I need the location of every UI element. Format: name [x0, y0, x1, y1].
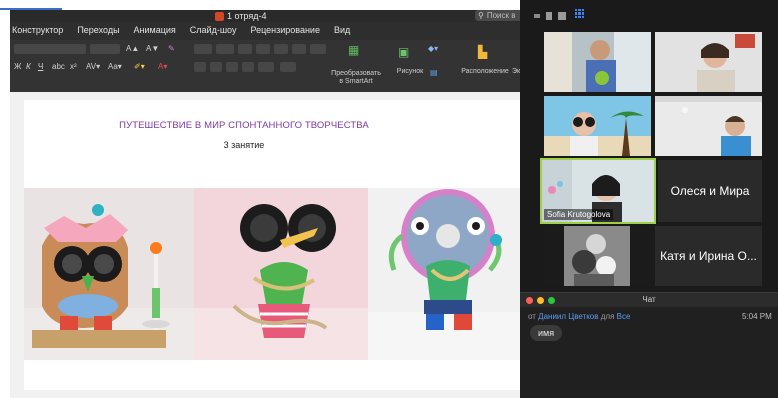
shrink-font-button[interactable]: A▼: [146, 44, 159, 54]
smartart-icon[interactable]: ▦: [348, 44, 359, 56]
craft-photo-1[interactable]: [24, 188, 194, 360]
slide-title[interactable]: ПУТЕШЕСТВИЕ В МИР СПОНТАННОГО ТВОРЧЕСТВА: [24, 120, 464, 131]
participant-tile-8[interactable]: Катя и Ирина О...: [655, 226, 762, 286]
columns-button[interactable]: [310, 44, 326, 54]
indent-decrease-button[interactable]: [238, 44, 252, 54]
font-size-select[interactable]: [90, 44, 120, 54]
char-spacing-button[interactable]: AV▾: [86, 62, 100, 72]
smartart-label-2: в SmartArt: [339, 78, 373, 85]
participant-video-4[interactable]: [655, 96, 762, 156]
participant-name: Катя и Ирина О...: [660, 249, 757, 263]
arrange-label[interactable]: Расположение: [456, 68, 514, 76]
chat-recipient[interactable]: Все: [617, 312, 631, 321]
participant-video-2[interactable]: [655, 32, 762, 92]
chat-title: Чат: [642, 295, 656, 304]
ribbon-toolbar: A▲ A▼ ✎ Ж К Ч abc x² AV▾ Aa▾ ✐▾ A▾ ▦ Пре…: [10, 40, 520, 92]
text-direction-button[interactable]: [292, 44, 306, 54]
search-input[interactable]: ⚲ Поиск в: [475, 10, 525, 21]
document-title-text: 1 отряд-4: [227, 11, 267, 21]
ppt-titlebar: 1 отряд-4 ⚲ Поиск в: [10, 10, 525, 22]
participant-video-5-active[interactable]: Sofia Krutogolova: [540, 158, 656, 224]
font-name-select[interactable]: [14, 44, 86, 54]
grow-font-button[interactable]: A▲: [126, 44, 139, 54]
ribbon-tabs: Конструктор Переходы Анимация Слайд-шоу …: [10, 22, 520, 38]
change-case-button[interactable]: Aa▾: [108, 62, 122, 72]
arrange-icon[interactable]: ▙: [478, 46, 487, 58]
chat-timestamp: 5:04 PM: [742, 312, 772, 321]
align-left-button[interactable]: [194, 62, 206, 72]
participant-video-1[interactable]: [544, 32, 651, 92]
zoom-resize-button[interactable]: [546, 12, 552, 20]
tab-view[interactable]: Вид: [334, 25, 350, 35]
participant-video-7[interactable]: [544, 226, 651, 286]
tab-review[interactable]: Рецензирование: [250, 25, 320, 35]
chat-from-prefix: от: [528, 312, 536, 321]
document-title: 1 отряд-4: [215, 10, 266, 22]
line-spacing-button[interactable]: [274, 44, 288, 54]
participant-tile-6[interactable]: Олеся и Мира: [658, 160, 762, 222]
search-placeholder: Поиск в: [486, 11, 516, 20]
zoom-minimize-button[interactable]: [534, 14, 540, 18]
align-right-button[interactable]: [226, 62, 238, 72]
bold-button[interactable]: Ж: [14, 62, 21, 72]
align-text-button[interactable]: [258, 62, 274, 72]
chat-window: Чат от Даниил Цветков для Все 5:04 PM им…: [520, 292, 778, 398]
zoom-menu-button[interactable]: [558, 12, 566, 20]
powerpoint-window: 1 отряд-4 ⚲ Поиск в Конструктор Переходы…: [10, 10, 525, 398]
slide-photos: [24, 188, 520, 360]
slide-canvas[interactable]: ПУТЕШЕСТВИЕ В МИР СПОНТАННОГО ТВОРЧЕСТВА…: [24, 100, 520, 390]
chat-message-header: от Даниил Цветков для Все: [528, 312, 630, 321]
participant-name: Олеся и Мира: [670, 184, 750, 198]
shapes-icon[interactable]: ◆▾: [428, 44, 438, 54]
slide-editor: ПУТЕШЕСТВИЕ В МИР СПОНТАННОГО ТВОРЧЕСТВА…: [10, 92, 520, 398]
chat-message-bubble: имя: [530, 325, 563, 341]
chat-sender[interactable]: Даниил Цветков: [538, 312, 598, 321]
font-color-button[interactable]: A▾: [158, 62, 167, 72]
icons-button-icon[interactable]: ▤: [430, 68, 438, 78]
tab-animations[interactable]: Анимация: [134, 25, 176, 35]
clear-format-icon[interactable]: ✎: [168, 44, 175, 54]
superscript-button[interactable]: x²: [70, 62, 77, 72]
tab-transitions[interactable]: Переходы: [77, 25, 119, 35]
vertical-align-button[interactable]: [280, 62, 296, 72]
slide-subtitle[interactable]: 3 занятие: [24, 140, 464, 150]
smartart-label-1: Преобразовать: [331, 70, 381, 77]
tab-design[interactable]: Конструктор: [12, 25, 63, 35]
powerpoint-file-icon: [215, 11, 224, 21]
craft-photo-2[interactable]: [194, 188, 368, 360]
indent-increase-button[interactable]: [256, 44, 270, 54]
bullets-button[interactable]: [194, 44, 212, 54]
justify-button[interactable]: [242, 62, 254, 72]
gallery-view-icon[interactable]: [575, 9, 584, 18]
search-icon: ⚲: [478, 11, 484, 20]
highlight-icon[interactable]: ✐▾: [134, 62, 145, 72]
chat-to-prefix: для: [600, 312, 615, 321]
zoom-toolbar: [520, 0, 778, 32]
strike-button[interactable]: abc: [52, 62, 65, 72]
screen: 1 отряд-4 ⚲ Поиск в Конструктор Переходы…: [0, 0, 778, 398]
italic-button[interactable]: К: [26, 62, 31, 72]
craft-photo-3[interactable]: [368, 188, 520, 360]
numbering-button[interactable]: [216, 44, 234, 54]
align-center-button[interactable]: [210, 62, 222, 72]
underline-button[interactable]: Ч: [38, 62, 43, 72]
tab-slideshow[interactable]: Слайд-шоу: [190, 25, 237, 35]
participant-video-3[interactable]: [544, 96, 651, 156]
picture-label[interactable]: Рисунок: [392, 68, 428, 76]
participant-name-label: Sofia Krutogolova: [544, 209, 614, 220]
chat-titlebar: Чат: [520, 293, 778, 307]
picture-icon[interactable]: ▣: [398, 46, 409, 58]
